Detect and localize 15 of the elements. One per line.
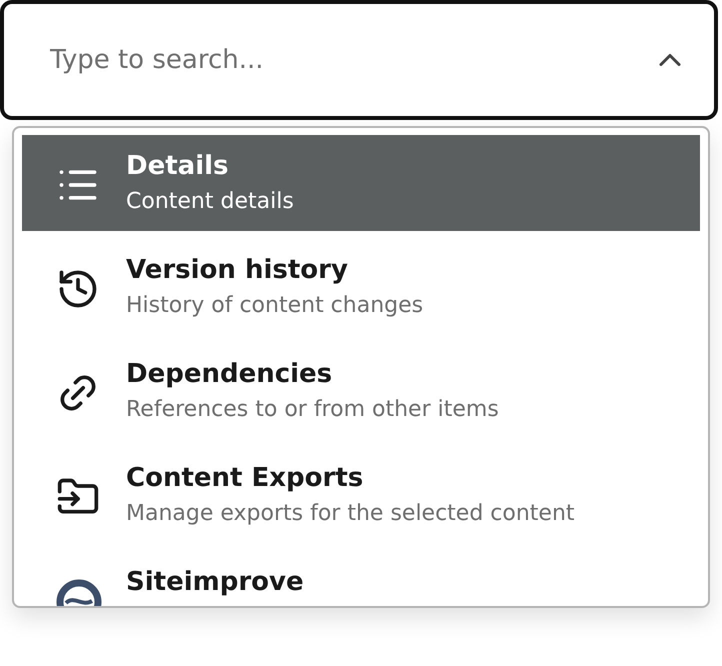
menu-item[interactable]: Details Content details <box>22 135 700 231</box>
menu-item[interactable]: Version history History of content changes <box>22 239 700 335</box>
menu-item[interactable]: Dependencies References to or from other items <box>22 343 700 439</box>
item-description: History of content changes <box>126 292 424 320</box>
menu-item[interactable]: Siteimprove <box>22 551 700 606</box>
item-title: Dependencies <box>126 358 334 391</box>
item-description: References to or from other items <box>126 396 499 424</box>
item-title: Version history <box>126 254 349 287</box>
menu-item[interactable]: Content Exports Manage exports for the selected content <box>22 447 700 543</box>
item-title: Siteimprove <box>126 566 304 599</box>
search-field[interactable]: Type to search... <box>0 0 718 120</box>
item-description: Content details <box>126 188 294 216</box>
item-description: Manage exports for the selected content <box>126 500 575 528</box>
item-title: Content Exports <box>126 462 364 495</box>
item-title: Details <box>126 150 230 183</box>
